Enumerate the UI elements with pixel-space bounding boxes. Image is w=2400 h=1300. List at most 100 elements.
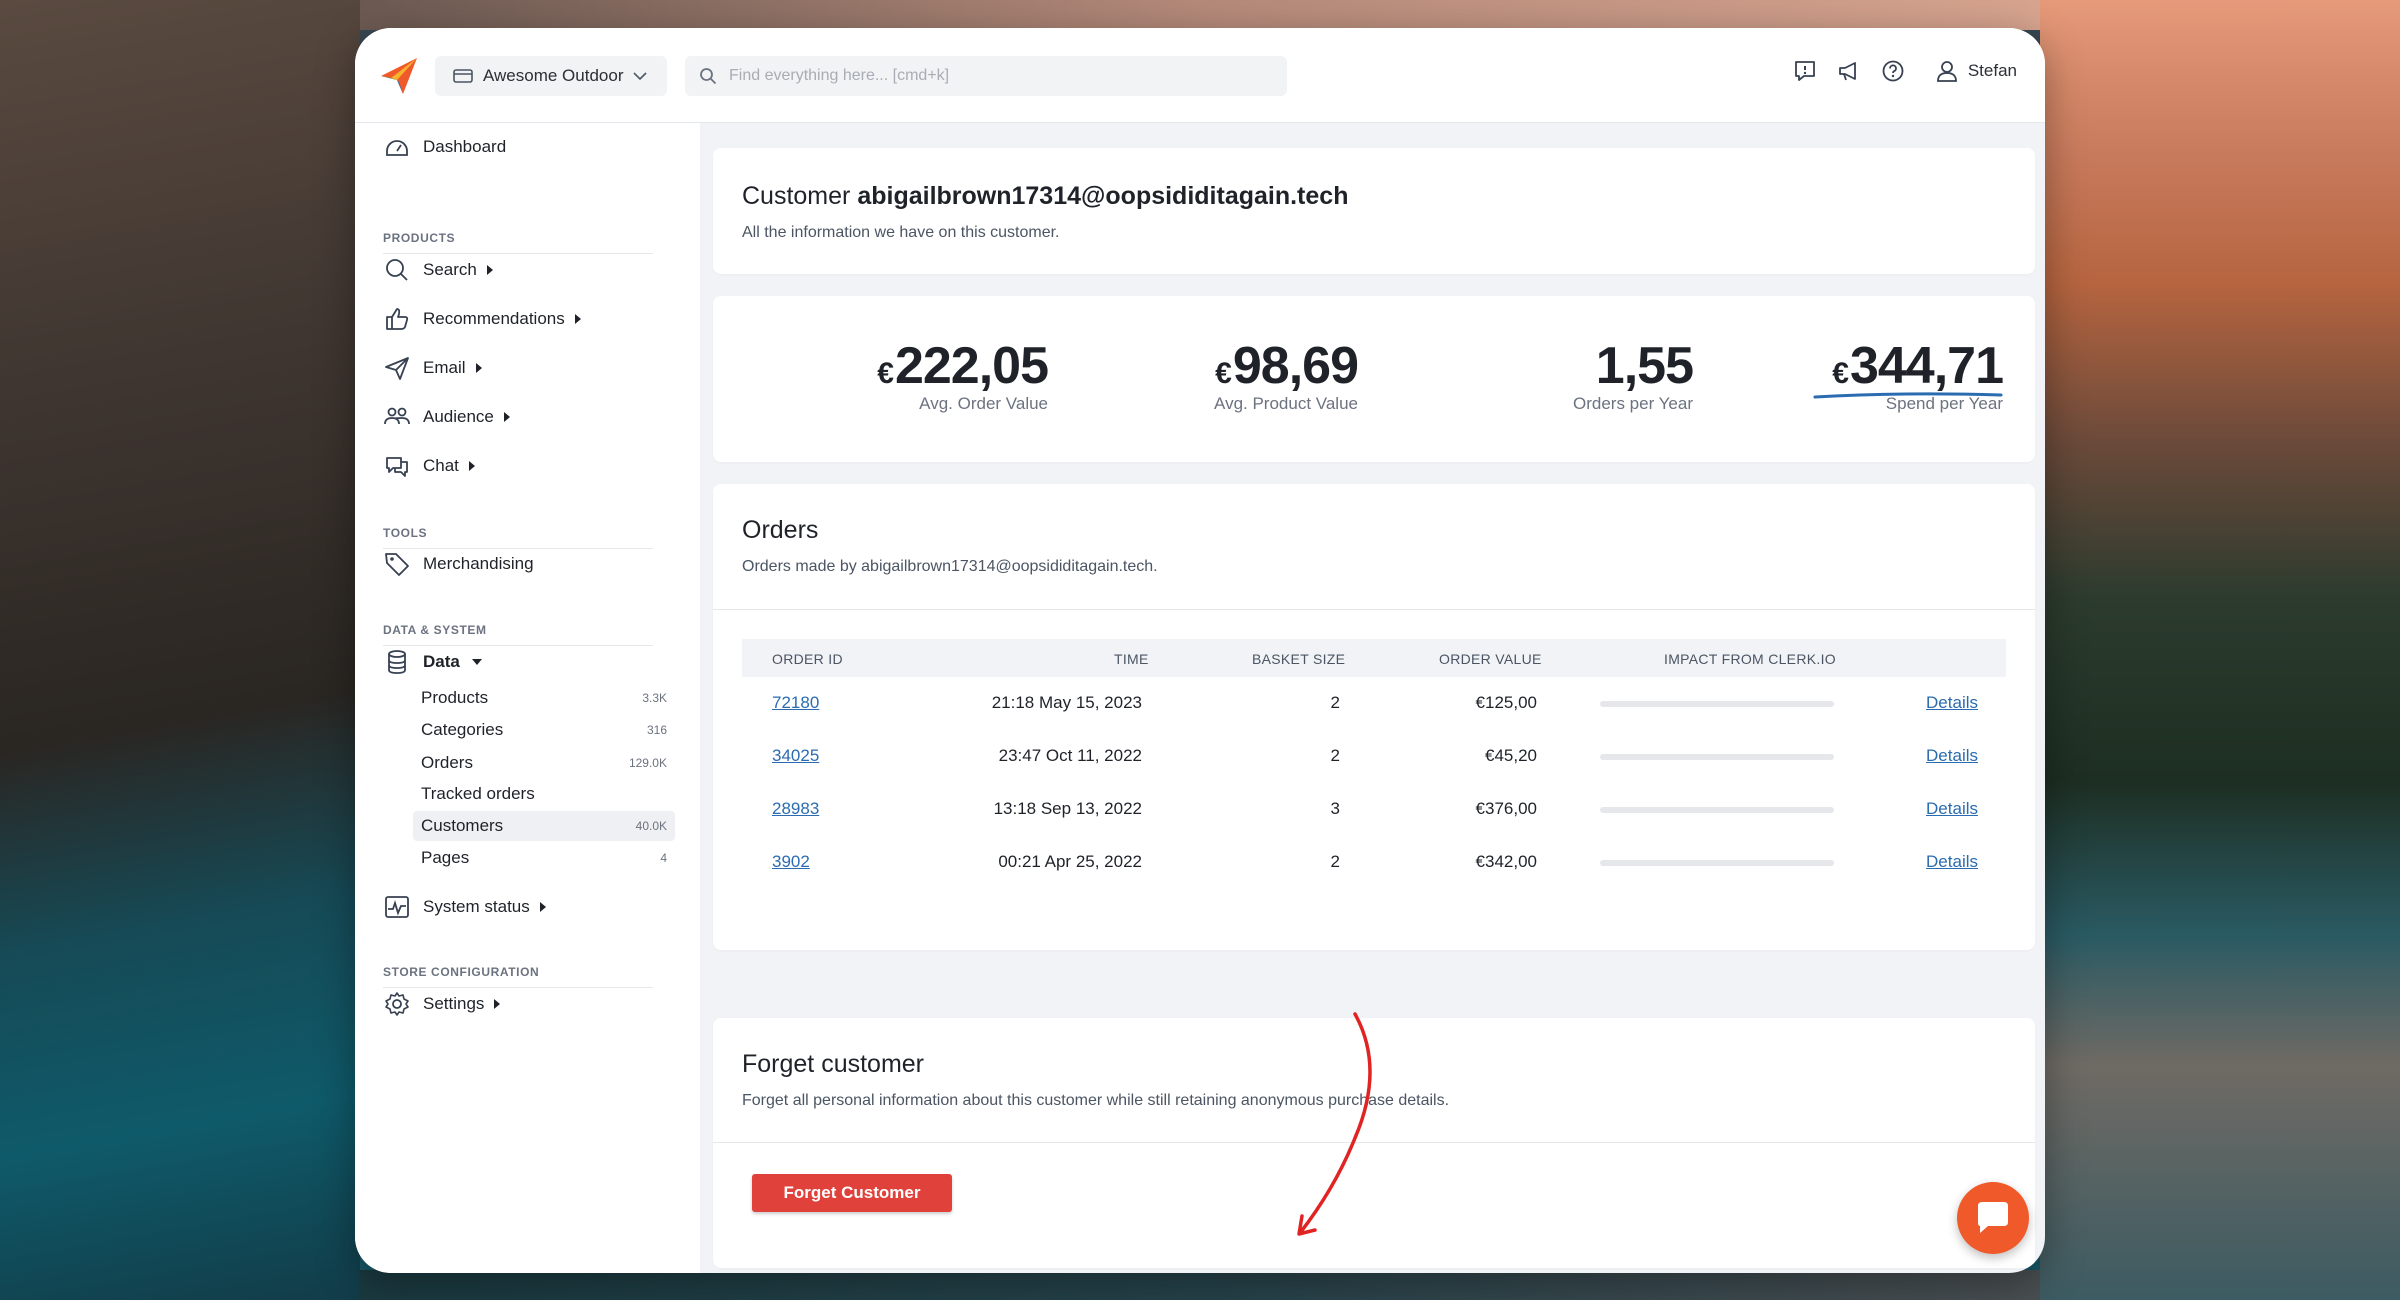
table-row: 28983 13:18 Sep 13, 2022 3 €376,00 Detai… (742, 783, 2006, 835)
search-input[interactable] (727, 66, 1271, 86)
forget-customer-button[interactable]: Forget Customer (752, 1174, 952, 1212)
details-link[interactable]: Details (1926, 746, 1978, 766)
sidebar-item-merchandising[interactable]: Merchandising (383, 550, 534, 578)
top-bar: Awesome Outdoor Find everything here... … (355, 28, 2045, 123)
section-data-system: DATA & SYSTEM (383, 623, 653, 646)
feedback-icon[interactable] (1792, 58, 1818, 84)
customer-header-card: Customer abigailbrown17314@oopsididitaga… (713, 148, 2035, 274)
background-right (2040, 0, 2400, 1300)
sidebar-item-label: Merchandising (423, 554, 534, 573)
sidebar-subitem-categories[interactable]: Categories 316 (413, 715, 675, 745)
sidebar-subitem-products[interactable]: Products 3.3K (413, 683, 675, 713)
sidebar-item-settings[interactable]: Settings (383, 990, 501, 1018)
order-value: €342,00 (1475, 852, 1537, 871)
details-link[interactable]: Details (1926, 852, 1978, 872)
sidebar-item-email[interactable]: Email (383, 354, 482, 382)
table-row: 72180 21:18 May 15, 2023 2 €125,00 Detai… (742, 677, 2006, 729)
column-header: TIME (1114, 651, 1149, 667)
impact-bar (1600, 754, 1834, 760)
stat-avg-product-value: €98,69 Avg. Product Value (1163, 336, 1359, 414)
sidebar-subitem-pages[interactable]: Pages 4 (413, 843, 675, 873)
sidebar-item-label: Chat (423, 456, 459, 475)
background-bottom (360, 1270, 2040, 1300)
orders-table-header: ORDER ID TIME BASKET SIZE ORDER VALUE IM… (742, 639, 2006, 677)
count-badge: 4 (660, 851, 667, 865)
details-link[interactable]: Details (1926, 799, 1978, 819)
background-left (0, 0, 360, 1300)
sidebar-subitem-orders[interactable]: Orders 129.0K (413, 748, 675, 778)
sidebar-item-label: Data (423, 652, 460, 671)
sidebar-item-dashboard[interactable]: Dashboard (383, 133, 506, 161)
sidebar-item-label: Audience (423, 407, 494, 426)
underline-annotation (1813, 392, 2003, 399)
sidebar-subitem-customers[interactable]: Customers 40.0K (413, 811, 675, 841)
stat-value: 1,55 (1595, 337, 1694, 395)
stat-value: 344,71 (1849, 337, 2004, 395)
user-icon (1936, 61, 1957, 82)
forget-subtitle: Forget all personal information about th… (742, 1092, 1450, 1109)
top-icons: Stefan (1792, 58, 2017, 84)
sidebar-subitem-tracked-orders[interactable]: Tracked orders (413, 779, 675, 809)
user-name: Stefan (1967, 61, 2017, 80)
basket-size: 3 (1330, 799, 1340, 818)
database-icon (388, 650, 406, 674)
sidebar-item-label: System status (423, 897, 530, 916)
order-id-link[interactable]: 72180 (772, 693, 819, 713)
thumbs-up-icon (386, 308, 409, 330)
stat-value: 98,69 (1232, 337, 1359, 395)
order-time: 00:21 Apr 25, 2022 (998, 852, 1142, 871)
order-id-link[interactable]: 28983 (772, 799, 819, 819)
sidebar-item-audience[interactable]: Audience (383, 403, 510, 431)
stat-label: Orders per Year (1572, 394, 1693, 413)
caret-right-icon (574, 314, 581, 324)
store-selector[interactable]: Awesome Outdoor (435, 56, 667, 96)
megaphone-icon[interactable] (1836, 58, 1862, 84)
order-value: €376,00 (1475, 799, 1537, 818)
order-id-link[interactable]: 3902 (772, 852, 810, 872)
count-badge: 316 (646, 723, 667, 737)
page-subtitle: All the information we have on this cust… (742, 224, 1060, 241)
gear-icon (385, 992, 409, 1016)
count-badge: 3.3K (642, 691, 667, 705)
logo-icon[interactable] (377, 54, 421, 98)
sidebar-item-chat[interactable]: Chat (383, 452, 475, 480)
chat-widget-button[interactable] (1957, 1182, 2029, 1254)
forget-customer-card: Forget customer Forget all personal info… (713, 1018, 2035, 1268)
user-menu[interactable]: Stefan (1934, 58, 2017, 84)
order-id-link[interactable]: 34025 (772, 746, 819, 766)
caret-right-icon (539, 902, 546, 912)
sidebar-item-recommendations[interactable]: Recommendations (383, 305, 581, 333)
stat-label: Avg. Order Value (919, 394, 1048, 413)
paper-plane-icon (385, 357, 409, 380)
order-time: 21:18 May 15, 2023 (991, 693, 1142, 712)
sidebar-item-search[interactable]: Search (383, 256, 493, 284)
sidebar-subitem-label: Customers (421, 816, 504, 835)
sidebar-item-data[interactable]: Data (383, 648, 482, 676)
search-bar (685, 56, 1287, 96)
table-row: 34025 23:47 Oct 11, 2022 2 €45,20 Detail… (742, 730, 2006, 782)
details-link[interactable]: Details (1926, 693, 1978, 713)
sidebar-item-label: Search (423, 260, 477, 279)
sidebar-subitem-label: Tracked orders (421, 784, 535, 803)
orders-title: Orders (742, 516, 819, 544)
tag-icon (385, 553, 409, 576)
currency-symbol: € (1215, 357, 1232, 390)
sidebar-item-label: Settings (423, 994, 485, 1013)
impact-bar (1600, 860, 1834, 866)
search-icon (700, 68, 717, 85)
background-top (360, 0, 2040, 30)
forget-title: Forget customer (742, 1050, 925, 1078)
sidebar-item-system-status[interactable]: System status (383, 893, 546, 921)
caret-right-icon (475, 363, 482, 373)
column-header: ORDER ID (772, 651, 843, 667)
orders-card: Orders Orders made by abigailbrown17314@… (713, 484, 2035, 950)
app-window: Awesome Outdoor Find everything here... … (355, 28, 2045, 1273)
dashboard-icon (386, 140, 408, 156)
help-icon[interactable] (1880, 58, 1906, 84)
column-header: IMPACT FROM CLERK.IO (1664, 651, 1836, 667)
sidebar: Dashboard PRODUCTS Search Recommendation… (355, 123, 700, 1273)
basket-size: 2 (1330, 693, 1340, 712)
caret-down-icon (471, 659, 482, 665)
column-header: BASKET SIZE (1252, 651, 1346, 667)
count-badge: 129.0K (628, 756, 667, 770)
